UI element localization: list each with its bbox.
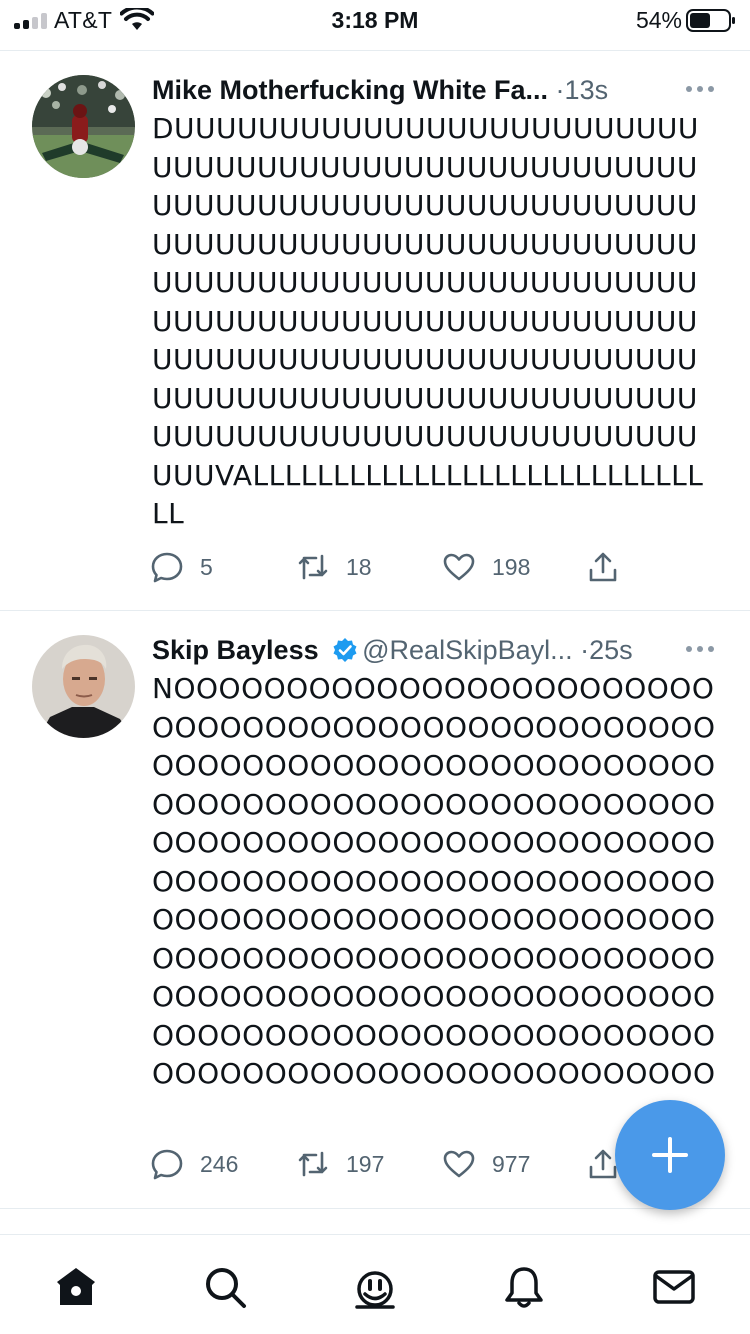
timestamp[interactable]: 25s bbox=[589, 635, 633, 665]
more-options-icon[interactable] bbox=[684, 646, 716, 656]
share-button[interactable] bbox=[586, 547, 620, 587]
man-portrait-avatar[interactable] bbox=[32, 635, 135, 738]
author-name[interactable]: Mike Motherfucking White Fa... bbox=[152, 75, 548, 105]
like-button[interactable]: 977 bbox=[442, 1144, 530, 1184]
messages-icon bbox=[653, 1270, 695, 1304]
verified-badge-icon bbox=[333, 638, 357, 662]
retweet-button[interactable]: 18 bbox=[296, 547, 372, 587]
more-options-icon[interactable] bbox=[684, 86, 716, 96]
reply-icon bbox=[151, 1149, 183, 1180]
tweet-actions: 246 197 977 bbox=[150, 1144, 670, 1184]
retweet-count: 18 bbox=[346, 553, 372, 580]
share-icon bbox=[589, 552, 617, 582]
tweet-text: NOOOOOOOOOOOOOOOOOOOOOOOOOOOOOOOOOOOOOOO… bbox=[152, 672, 716, 1090]
tab-home[interactable] bbox=[52, 1263, 100, 1311]
tweet-header: Mike Motherfucking White Fa... ·13s bbox=[152, 72, 608, 108]
tab-search[interactable] bbox=[201, 1263, 249, 1311]
home-icon bbox=[57, 1268, 95, 1305]
search-icon bbox=[206, 1268, 246, 1308]
tweet-header: Skip Bayless @RealSkipBayl... ·25s bbox=[152, 632, 633, 668]
retweet-button[interactable]: 197 bbox=[296, 1144, 384, 1184]
separator: · bbox=[555, 75, 565, 105]
tweet-divider bbox=[0, 610, 750, 611]
football-player-avatar[interactable] bbox=[32, 75, 135, 178]
carrier-name: AT&T bbox=[54, 7, 113, 33]
reply-icon bbox=[151, 552, 183, 583]
tab-messages[interactable] bbox=[650, 1263, 698, 1311]
like-count: 198 bbox=[492, 553, 531, 580]
timestamp[interactable]: 13s bbox=[565, 75, 609, 105]
compose-tweet-button[interactable] bbox=[615, 1100, 725, 1210]
retweet-icon bbox=[298, 1151, 328, 1177]
like-button[interactable]: 198 bbox=[442, 547, 530, 587]
battery-icon bbox=[686, 9, 735, 32]
notifications-icon bbox=[505, 1267, 543, 1308]
heart-icon bbox=[443, 1150, 475, 1178]
retweet-count: 197 bbox=[346, 1150, 385, 1177]
plus-icon bbox=[652, 1137, 688, 1173]
tab-bar bbox=[0, 1234, 750, 1334]
heart-icon bbox=[443, 553, 475, 581]
reply-count: 246 bbox=[200, 1150, 239, 1177]
reply-button[interactable]: 246 bbox=[150, 1144, 238, 1184]
separator: · bbox=[580, 635, 590, 665]
tab-spaces[interactable] bbox=[351, 1263, 399, 1311]
clock: 3:18 PM bbox=[331, 7, 419, 33]
signal-strength-icon bbox=[14, 13, 48, 29]
retweet-icon bbox=[298, 554, 328, 580]
top-divider bbox=[0, 50, 750, 51]
reply-button[interactable]: 5 bbox=[150, 547, 213, 587]
like-count: 977 bbox=[492, 1150, 531, 1177]
tweet-actions: 5 18 198 bbox=[150, 547, 670, 587]
battery-percentage: 54% bbox=[635, 7, 682, 33]
author-name[interactable]: Skip Bayless bbox=[152, 635, 319, 665]
reply-count: 5 bbox=[200, 553, 213, 580]
tweet-divider bbox=[0, 1208, 750, 1209]
author-handle[interactable]: @RealSkipBayl... bbox=[362, 635, 573, 665]
spaces-icon bbox=[355, 1271, 395, 1309]
wifi-icon bbox=[120, 8, 154, 30]
tweet-text: DUUUUUUUUUUUUUUUUUUUUUUUUUUUUUUUUUUUUUUU… bbox=[152, 112, 704, 530]
status-bar: AT&T 3:18 PM 54% bbox=[0, 0, 750, 42]
tab-notifications[interactable] bbox=[500, 1263, 548, 1311]
